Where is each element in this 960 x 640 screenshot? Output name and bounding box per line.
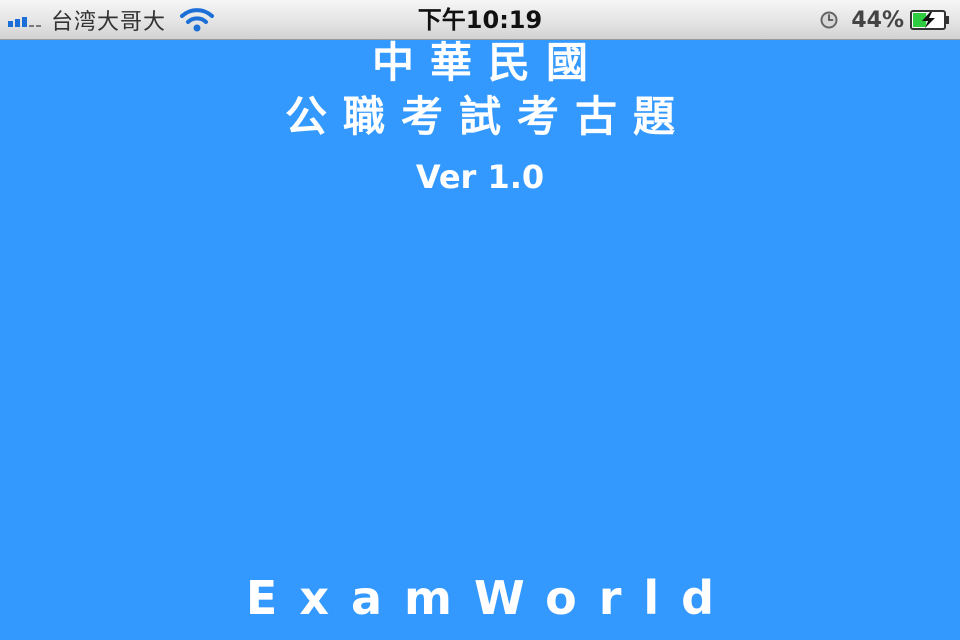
splash-screen: 台湾大哥大 下午10:19 44% 中華民國 公職考試考古題 Ver 1.0 E… [0,0,960,640]
brand-name: ExamWorld [245,571,737,625]
status-time: 下午10:19 [417,6,543,34]
status-right-group: 44% [819,0,950,40]
app-title-line-1: 中華民國 [371,38,604,87]
status-bar: 台湾大哥大 下午10:19 44% [0,0,960,40]
battery-percentage: 44% [851,7,904,33]
alarm-clock-icon [820,11,838,29]
battery-charging-icon [910,10,949,30]
app-title-line-2: 公職考試考古題 [284,92,691,141]
app-version: Ver 1.0 [415,158,545,196]
